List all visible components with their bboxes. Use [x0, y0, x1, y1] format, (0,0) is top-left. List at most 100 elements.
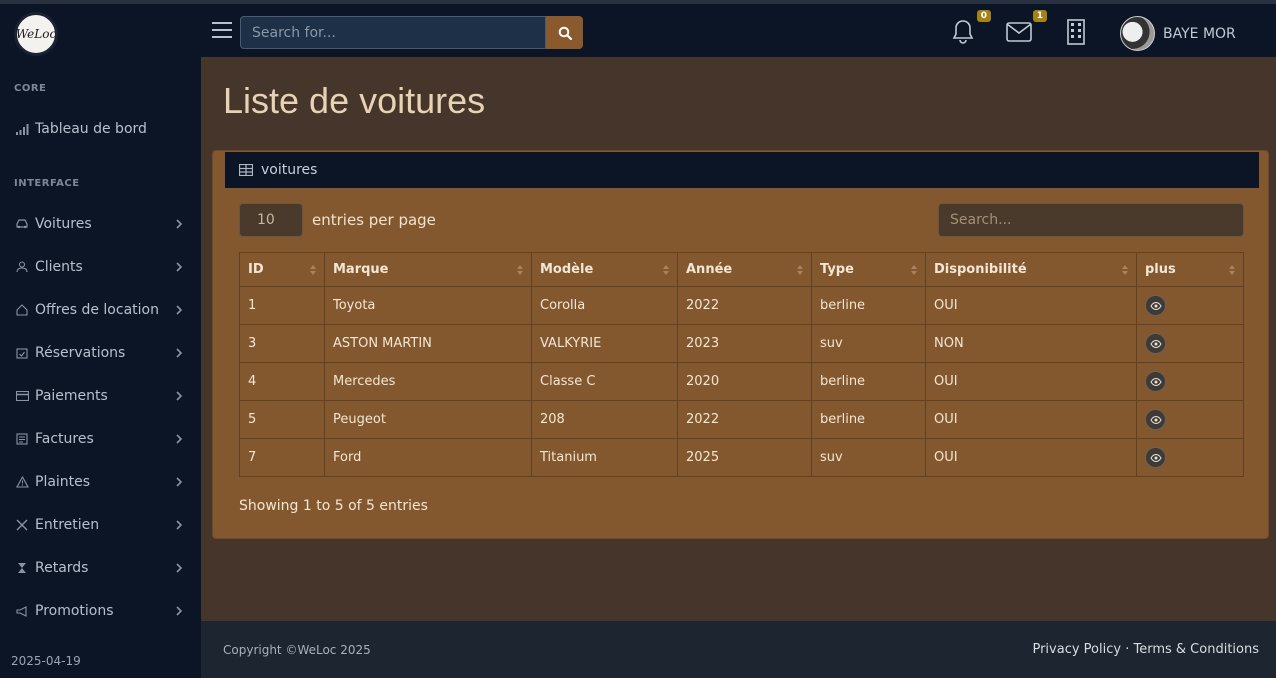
chevron-right-icon	[176, 305, 183, 315]
table-info: Showing 1 to 5 of 5 entries	[239, 498, 428, 514]
sidebar-item-retards[interactable]: Retards	[0, 554, 201, 582]
sidebar-item-paiements[interactable]: Paiements	[0, 382, 201, 410]
sidebar-item-voitures[interactable]: Voitures	[0, 210, 201, 238]
terms-link[interactable]: Terms & Conditions	[1134, 642, 1260, 657]
bell-icon	[952, 20, 974, 44]
view-button[interactable]	[1145, 333, 1166, 354]
cell-plus	[1136, 400, 1244, 439]
messages-button[interactable]: 1	[1005, 10, 1047, 46]
chevron-right-icon	[176, 348, 183, 358]
footer-separator: ·	[1125, 642, 1130, 657]
cell-annee: 2022	[677, 400, 812, 439]
sidebar-item-label: Réservations	[35, 345, 126, 361]
sidebar-item-label: Tableau de bord	[35, 121, 147, 137]
sidebar-item-reservations[interactable]: Réservations	[0, 339, 201, 367]
eye-icon	[1149, 453, 1162, 462]
cell-plus	[1136, 438, 1244, 477]
top-navbar: WeLoc 0 1 BAYE MOR	[0, 0, 1276, 57]
chevron-right-icon	[176, 477, 183, 487]
cell-disponibilite: OUI	[925, 438, 1137, 477]
eye-icon	[1149, 339, 1162, 348]
tools-icon	[14, 518, 30, 532]
table-row: 1 Toyota Corolla 2022 berline OUI	[239, 286, 1244, 325]
privacy-policy-link[interactable]: Privacy Policy	[1032, 642, 1121, 657]
table-search-input[interactable]	[938, 203, 1244, 237]
sidebar-heading-interface: INTERFACE	[14, 178, 80, 189]
notifications-button[interactable]: 0	[949, 10, 991, 46]
sidebar-item-label: Promotions	[35, 603, 114, 619]
chart-bar-icon	[14, 122, 30, 136]
cell-type: berline	[811, 400, 926, 439]
cell-marque: Mercedes	[324, 362, 532, 401]
sidebar-item-plaintes[interactable]: Plaintes	[0, 468, 201, 496]
user-icon	[14, 260, 30, 274]
chevron-right-icon	[176, 563, 183, 573]
sidebar-item-promotions[interactable]: Promotions	[0, 597, 201, 625]
cell-plus	[1136, 324, 1244, 363]
cell-id: 3	[239, 324, 325, 363]
cell-modele: Corolla	[531, 286, 678, 325]
sidebar-item-label: Offres de location	[35, 302, 159, 318]
sidebar-item-dashboard[interactable]: Tableau de bord	[0, 115, 201, 143]
eye-icon	[1149, 415, 1162, 424]
sidebar-item-factures[interactable]: Factures	[0, 425, 201, 453]
cell-marque: Toyota	[324, 286, 532, 325]
table-row: 3 ASTON MARTIN VALKYRIE 2023 suv NON	[239, 324, 1244, 363]
user-menu[interactable]: BAYE MOR	[1120, 16, 1236, 51]
per-page-select[interactable]: 10	[239, 203, 303, 237]
chevron-right-icon	[176, 520, 183, 530]
search-input[interactable]	[240, 16, 546, 49]
page-title: Liste de voitures	[223, 80, 486, 121]
sidebar-item-clients[interactable]: Clients	[0, 253, 201, 281]
cell-disponibilite: NON	[925, 324, 1137, 363]
table-header-row: ID Marque Modèle Année Type Disponibilit…	[239, 252, 1244, 287]
column-header-annee[interactable]: Année	[677, 252, 812, 287]
sidebar-item-offres[interactable]: Offres de location	[0, 296, 201, 324]
invoice-icon	[14, 432, 30, 446]
footer-links: Privacy Policy · Terms & Conditions	[1032, 642, 1259, 657]
building-button[interactable]	[1062, 18, 1090, 46]
home-icon	[14, 303, 30, 317]
view-button[interactable]	[1145, 371, 1166, 392]
view-button[interactable]	[1145, 447, 1166, 468]
column-header-plus[interactable]: plus	[1136, 252, 1244, 287]
column-header-type[interactable]: Type	[811, 252, 926, 287]
footer: Copyright ©WeLoc 2025 Privacy Policy · T…	[201, 621, 1276, 678]
sidebar-item-label: Plaintes	[35, 474, 91, 490]
calendar-check-icon	[14, 346, 30, 360]
menu-toggle-icon[interactable]	[212, 22, 232, 38]
cell-modele: Classe C	[531, 362, 678, 401]
cell-modele: VALKYRIE	[531, 324, 678, 363]
column-header-marque[interactable]: Marque	[324, 252, 532, 287]
eye-icon	[1149, 377, 1162, 386]
cell-type: berline	[811, 286, 926, 325]
cell-annee: 2023	[677, 324, 812, 363]
cell-annee: 2020	[677, 362, 812, 401]
sidebar-item-entretien[interactable]: Entretien	[0, 511, 201, 539]
eye-icon	[1149, 301, 1162, 310]
credit-card-icon	[14, 389, 30, 403]
cell-type: suv	[811, 324, 926, 363]
cell-modele: 208	[531, 400, 678, 439]
brand-logo[interactable]: WeLoc	[14, 12, 58, 56]
hourglass-icon	[14, 561, 30, 575]
column-header-modele[interactable]: Modèle	[531, 252, 678, 287]
view-button[interactable]	[1145, 409, 1166, 430]
cell-plus	[1136, 286, 1244, 325]
envelope-icon	[1006, 22, 1032, 42]
cell-marque: Peugeot	[324, 400, 532, 439]
sidebar: CORE Tableau de bord INTERFACE Voitures …	[0, 57, 201, 678]
cell-modele: Titanium	[531, 438, 678, 477]
chevron-right-icon	[176, 262, 183, 272]
table-row: 4 Mercedes Classe C 2020 berline OUI	[239, 362, 1244, 401]
chevron-right-icon	[176, 434, 183, 444]
sidebar-item-label: Paiements	[35, 388, 108, 404]
cell-disponibilite: OUI	[925, 286, 1137, 325]
search-button[interactable]	[546, 16, 583, 49]
card-header: voitures	[225, 152, 1259, 188]
table-row: 7 Ford Titanium 2025 suv OUI	[239, 438, 1244, 477]
column-header-id[interactable]: ID	[239, 252, 325, 287]
view-button[interactable]	[1145, 295, 1166, 316]
chevron-right-icon	[176, 219, 183, 229]
column-header-disponibilite[interactable]: Disponibilité	[925, 252, 1137, 287]
